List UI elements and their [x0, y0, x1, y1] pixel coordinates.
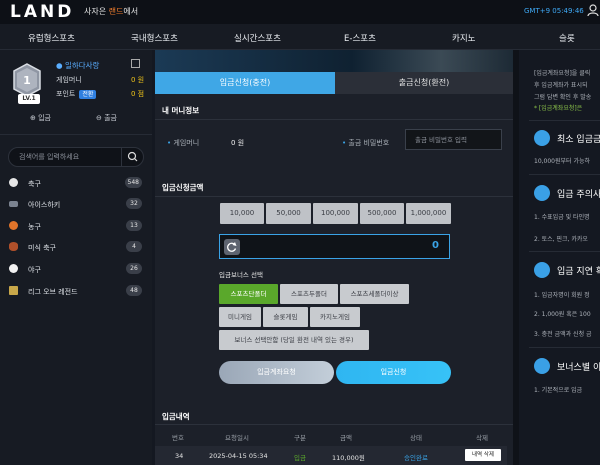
col-header-delete: 삭제 — [476, 434, 488, 442]
amount-button-500000[interactable]: 500,000 — [360, 203, 404, 224]
bonus-casino[interactable]: 카지노게임 — [310, 307, 360, 327]
bonus-slot[interactable]: 슬롯게임 — [263, 307, 308, 327]
deposit-history-title: 입금내역 — [162, 412, 190, 421]
amount-button-10000[interactable]: 10,000 — [220, 203, 264, 224]
my-money-title: 내 머니정보 — [162, 106, 200, 115]
logout-icon[interactable] — [131, 59, 140, 68]
deposit-submit-button[interactable]: 입금신청 — [336, 361, 451, 384]
col-header-amount: 금액 — [340, 434, 352, 442]
withdraw-password-label: • 출금 비밀번호 — [342, 139, 390, 147]
sport-item-american-football[interactable]: 미식 축구 4 — [0, 238, 152, 256]
tab-withdraw[interactable]: 출금신청(환전) — [335, 72, 513, 94]
username[interactable]: ● 일하다사랑 — [56, 60, 99, 71]
deposit-withdraw-row: ⊕ 입금 ⊖ 출금 — [0, 110, 152, 126]
person-icon: ● — [56, 61, 65, 70]
nav-european-sports[interactable]: 유럽형스포츠 — [28, 32, 75, 44]
user-icon[interactable] — [586, 3, 600, 17]
game-money-label: 게임머니 — [56, 76, 82, 84]
info-money-label: • 게임머니 — [167, 139, 200, 147]
bonus-sports-single[interactable]: 스포츠단폴더 — [219, 284, 278, 304]
bonus-minigame[interactable]: 미니게임 — [219, 307, 261, 327]
svg-text:1: 1 — [23, 74, 31, 87]
level-label: LV.1 — [18, 94, 40, 104]
col-header-type: 구분 — [294, 434, 306, 442]
amount-button-50000[interactable]: 50,000 — [266, 203, 311, 224]
point-row: 포인트 전환 — [56, 89, 97, 99]
server-time: GMT+9 05:49:46 — [524, 7, 584, 15]
point-convert-button[interactable]: 전환 — [79, 90, 97, 99]
amount-button-1000000[interactable]: 1,000,000 — [406, 203, 451, 224]
nav-esports[interactable]: E-스포츠 — [344, 32, 376, 44]
info-money-value: 0 원 — [231, 139, 245, 147]
game-money-value: 0 원 — [131, 76, 145, 84]
hockey-puck-icon — [9, 201, 18, 207]
main-nav: 유럽형스포츠 국내형스포츠 실시간스포츠 E-스포츠 카지노 슬롯 — [0, 24, 600, 50]
tagline: 사자은 랜드에서 — [84, 7, 139, 16]
divider — [0, 134, 152, 135]
sidebar-withdraw-link[interactable]: ⊖ 출금 — [96, 113, 117, 123]
request-account-button[interactable]: 입금계좌요청 — [219, 361, 334, 384]
tab-deposit[interactable]: 입금신청(충전) — [155, 72, 335, 94]
reset-icon[interactable] — [224, 239, 240, 255]
soccer-ball-icon — [9, 178, 18, 187]
deposit-amount-title: 입금신청금액 — [162, 183, 204, 192]
bonus-sports-double[interactable]: 스포츠두폴더 — [280, 284, 338, 304]
sport-item-basketball[interactable]: 농구 13 — [0, 217, 152, 235]
sport-item-lol[interactable]: 리그 오브 레전드 48 — [0, 282, 152, 300]
col-header-no: 번호 — [172, 434, 184, 442]
deposit-amount-value: 0 — [432, 240, 439, 251]
search-input[interactable] — [19, 151, 119, 163]
chevron-right-icon — [534, 358, 550, 374]
nav-casino[interactable]: 카지노 — [452, 32, 475, 44]
search-box — [8, 147, 144, 167]
sport-item-baseball[interactable]: 야구 26 — [0, 260, 152, 278]
main-content: 입금신청(충전) 출금신청(환전) 내 머니정보 • 게임머니 0 원 • 출금… — [155, 50, 513, 465]
chevron-right-icon — [534, 185, 550, 201]
nav-live-sports[interactable]: 실시간스포츠 — [234, 32, 281, 44]
hero-banner — [155, 50, 513, 72]
sidebar-deposit-link[interactable]: ⊕ 입금 — [30, 113, 51, 123]
basketball-icon — [9, 221, 18, 230]
nav-slot[interactable]: 슬롯 — [559, 32, 575, 44]
amount-button-100000[interactable]: 100,000 — [313, 203, 358, 224]
league-of-legends-icon — [9, 286, 18, 295]
site-logo[interactable]: LAND — [10, 2, 74, 22]
top-bar: LAND 사자은 랜드에서 GMT+9 05:49:46 — [0, 0, 600, 24]
point-value: 0 점 — [131, 90, 145, 98]
bonus-sports-triple[interactable]: 스포츠세폴더이상 — [340, 284, 409, 304]
football-icon — [9, 242, 18, 251]
table-row: 34 2025-04-15 05:34 입금 110,000원 승인완료 내역 … — [155, 446, 507, 465]
divider — [155, 196, 513, 197]
delete-history-button[interactable]: 내역 삭제 — [465, 449, 501, 461]
col-header-status: 상태 — [410, 434, 422, 442]
bonus-title: 입금보너스 선택 — [219, 271, 263, 279]
level-badge-icon: 1 — [13, 63, 41, 97]
sport-item-soccer[interactable]: 축구 548 — [0, 174, 152, 192]
baseball-icon — [9, 264, 18, 273]
divider — [155, 424, 513, 425]
bonus-none[interactable]: 보너스 선택안함 (당일 환전 내역 있는 경우) — [219, 330, 369, 350]
divider — [155, 119, 513, 120]
sidebar: 1 LV.1 ● 일하다사랑 게임머니 0 원 포인트 전환 0 점 ⊕ 입금 ⊖… — [0, 50, 152, 465]
search-button[interactable] — [121, 148, 143, 166]
chevron-right-icon — [534, 262, 550, 278]
chevron-right-icon — [534, 130, 550, 146]
nav-korean-sports[interactable]: 국내형스포츠 — [131, 32, 178, 44]
search-icon — [127, 151, 138, 162]
deposit-amount-field[interactable]: 0 — [219, 234, 450, 259]
sport-item-icehockey[interactable]: 아이스하키 32 — [0, 195, 152, 213]
col-header-date: 요청일시 — [225, 434, 249, 442]
withdraw-password-input[interactable] — [405, 129, 502, 150]
info-panel: [입금계좌요청]을 클릭 후 입금계좌가 표시되 그럼 답변 확인 후 발송 *… — [513, 50, 600, 465]
